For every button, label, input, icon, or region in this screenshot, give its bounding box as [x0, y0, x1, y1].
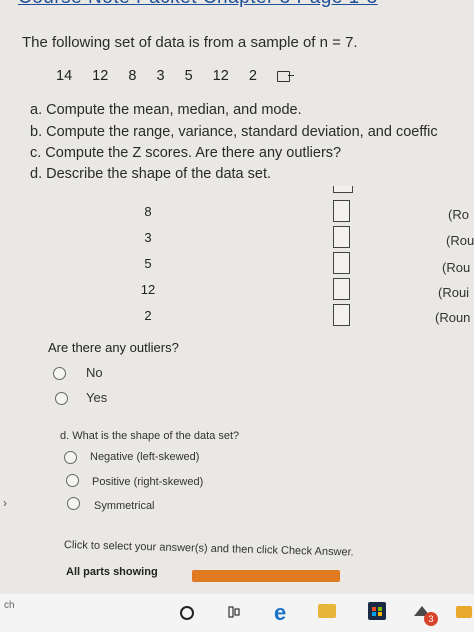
copy-data-icon[interactable] [276, 70, 294, 82]
progress-bar [192, 570, 340, 582]
radio-button[interactable] [66, 474, 79, 487]
instruction-text: Click to select your answer(s) and then … [63, 539, 354, 559]
zscore-table-value: 12 [140, 282, 156, 297]
all-parts-label: All parts showing [66, 566, 158, 578]
shape-question: d. What is the shape of the data set? [60, 430, 240, 442]
radio-button[interactable] [55, 392, 68, 405]
data-value: 5 [184, 68, 193, 84]
zscore-table-value: 2 [144, 308, 152, 323]
zscore-table-value: 3 [144, 230, 152, 245]
progress-fill [192, 570, 340, 582]
round-hint: (Ro [448, 207, 469, 222]
data-value: 14 [56, 68, 73, 84]
radio-button[interactable] [67, 497, 80, 510]
zscore-input-partial[interactable] [333, 186, 353, 193]
chevron-right-icon[interactable]: › [3, 496, 7, 510]
header-title: Course Note Packet Chapter 3 Page 1-3 [18, 0, 378, 9]
notification-badge: 3 [424, 612, 438, 626]
question-c: c. Compute the Z scores. Are there any o… [30, 145, 342, 161]
outlier-option-yes[interactable]: Yes [86, 390, 107, 405]
zscore-input[interactable] [333, 226, 350, 248]
data-value: 12 [212, 68, 229, 84]
start-circle-icon[interactable] [180, 606, 194, 620]
edge-browser-icon[interactable]: e [274, 600, 286, 626]
shape-option-symmetrical[interactable]: Symmetrical [94, 500, 155, 512]
outliers-question: Are there any outliers? [48, 340, 179, 355]
zscore-input[interactable] [333, 200, 350, 222]
radio-button[interactable] [53, 367, 66, 380]
round-hint: (Roun [435, 310, 471, 325]
data-value: 2 [248, 68, 257, 84]
outlier-option-no[interactable]: No [86, 365, 103, 380]
mail-icon[interactable] [456, 606, 472, 618]
round-hint: (Rou [446, 233, 474, 248]
zscore-input[interactable] [333, 252, 350, 274]
problem-statement: The following set of data is from a samp… [22, 34, 358, 51]
question-d: d. Describe the shape of the data set. [30, 166, 272, 182]
search-box-text[interactable]: ch [4, 600, 15, 611]
round-hint: (Roui [438, 285, 470, 300]
data-set-row: 14 12 8 3 5 12 2 [56, 68, 306, 84]
shape-option-negative[interactable]: Negative (left-skewed) [90, 451, 199, 463]
taskbar: ch e 3 [0, 594, 474, 632]
radio-button[interactable] [64, 451, 77, 464]
question-b: b. Compute the range, variance, standard… [30, 124, 438, 140]
question-a: a. Compute the mean, median, and mode. [30, 102, 302, 118]
zscore-table-value: 5 [144, 256, 152, 271]
task-view-icon[interactable] [228, 605, 240, 618]
page-header: Course Note Packet Chapter 3 Page 1-3 [0, 0, 474, 12]
data-value: 12 [92, 68, 109, 84]
zscore-input[interactable] [333, 278, 350, 300]
round-hint: (Rou [442, 260, 471, 275]
shape-option-positive[interactable]: Positive (right-skewed) [92, 476, 203, 488]
store-icon[interactable] [368, 602, 386, 620]
zscore-input[interactable] [333, 304, 350, 326]
data-value: 8 [128, 68, 137, 84]
data-value: 3 [156, 68, 165, 84]
file-explorer-icon[interactable] [318, 604, 336, 618]
zscore-table-value: 8 [144, 204, 152, 219]
